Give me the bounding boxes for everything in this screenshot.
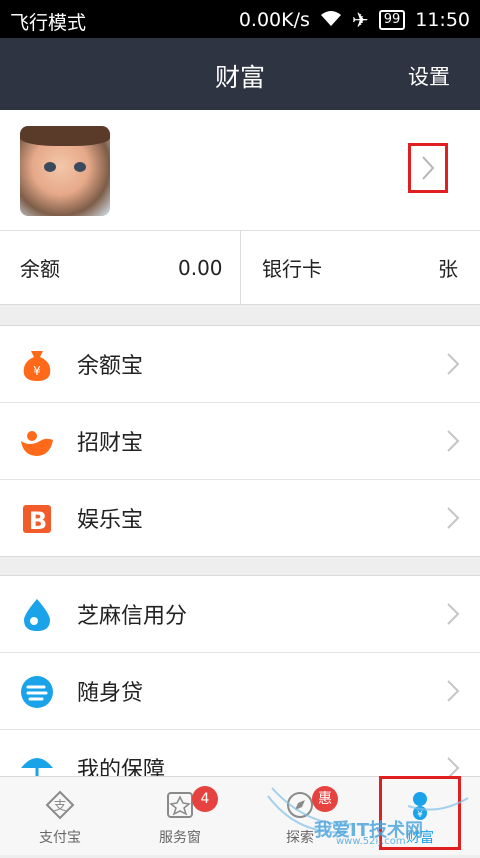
svg-text:¥: ¥ bbox=[33, 364, 41, 378]
nav-bar: 财富 设置 bbox=[0, 38, 480, 110]
wealth-group-1: ¥ 余额宝 招财宝 B 娱乐宝 bbox=[0, 325, 480, 557]
wifi-icon bbox=[320, 9, 342, 32]
airplane-mode-text: 飞行模式 bbox=[10, 12, 87, 34]
tab-label: 支付宝 bbox=[39, 830, 81, 846]
svg-text:支: 支 bbox=[53, 799, 66, 814]
chevron-right-icon bbox=[446, 429, 460, 457]
balance-row: 余额 0.00 银行卡 张 bbox=[0, 231, 480, 305]
network-speed: 0.00K/s bbox=[238, 9, 310, 31]
list-item-label: 娱乐宝 bbox=[77, 508, 144, 533]
notification-badge: 4 bbox=[192, 786, 218, 812]
battery-level: 99 bbox=[383, 12, 401, 27]
chevron-right-icon bbox=[446, 506, 460, 534]
yulebao-icon: B bbox=[20, 502, 54, 536]
battery-icon: 99 bbox=[378, 10, 406, 30]
bank-card-label[interactable]: 银行卡 bbox=[262, 231, 322, 304]
balance-value: 0.00 bbox=[178, 255, 223, 280]
airplane-icon: ✈ bbox=[351, 8, 369, 32]
balance-label: 余额 bbox=[20, 257, 60, 281]
bank-card-unit: 张 bbox=[438, 257, 458, 281]
settings-button[interactable]: 设置 bbox=[408, 61, 450, 91]
wealth-tab-highlight bbox=[379, 776, 461, 850]
chevron-right-icon bbox=[446, 352, 460, 380]
tab-label: 探索 bbox=[286, 830, 314, 846]
promo-badge: 惠 bbox=[312, 786, 338, 812]
list-item-label: 随身贷 bbox=[77, 681, 144, 706]
money-bag-icon: ¥ bbox=[20, 348, 54, 382]
sesame-credit-icon bbox=[20, 598, 54, 632]
tab-explore[interactable]: 惠 探索 bbox=[240, 777, 360, 855]
list-item-label: 芝麻信用分 bbox=[77, 604, 188, 629]
tab-alipay[interactable]: 支 支付宝 bbox=[0, 777, 120, 855]
list-item-yulebao[interactable]: B 娱乐宝 bbox=[0, 480, 480, 556]
chevron-right-icon bbox=[422, 156, 435, 180]
list-item-zhaocaibao[interactable]: 招财宝 bbox=[0, 403, 480, 480]
chevron-right-icon bbox=[446, 602, 460, 630]
alipay-icon: 支 bbox=[44, 789, 76, 821]
svg-text:B: B bbox=[29, 507, 47, 535]
avatar[interactable] bbox=[20, 126, 110, 216]
profile-chevron-highlight[interactable] bbox=[408, 143, 448, 193]
tab-service-window[interactable]: 4 服务窗 bbox=[120, 777, 240, 855]
star-window-icon bbox=[164, 789, 196, 821]
chevron-right-icon bbox=[446, 679, 460, 707]
list-item-loan[interactable]: 随身贷 bbox=[0, 653, 480, 730]
list-item-yuebao[interactable]: ¥ 余额宝 bbox=[0, 326, 480, 403]
zhaocaibao-icon bbox=[20, 425, 54, 459]
wealth-group-2: 芝麻信用分 随身贷 我的保障 bbox=[0, 575, 480, 807]
tab-label: 服务窗 bbox=[159, 830, 201, 846]
explore-icon bbox=[284, 789, 316, 821]
list-item-sesame-credit[interactable]: 芝麻信用分 bbox=[0, 576, 480, 653]
clock: 11:50 bbox=[415, 9, 470, 31]
status-bar: 飞行模式 0.00K/s ✈ 99 11:50 bbox=[0, 0, 480, 38]
loan-icon bbox=[20, 675, 54, 709]
profile-row[interactable] bbox=[0, 110, 480, 231]
list-item-label: 招财宝 bbox=[77, 431, 144, 456]
list-item-label: 余额宝 bbox=[77, 354, 144, 379]
